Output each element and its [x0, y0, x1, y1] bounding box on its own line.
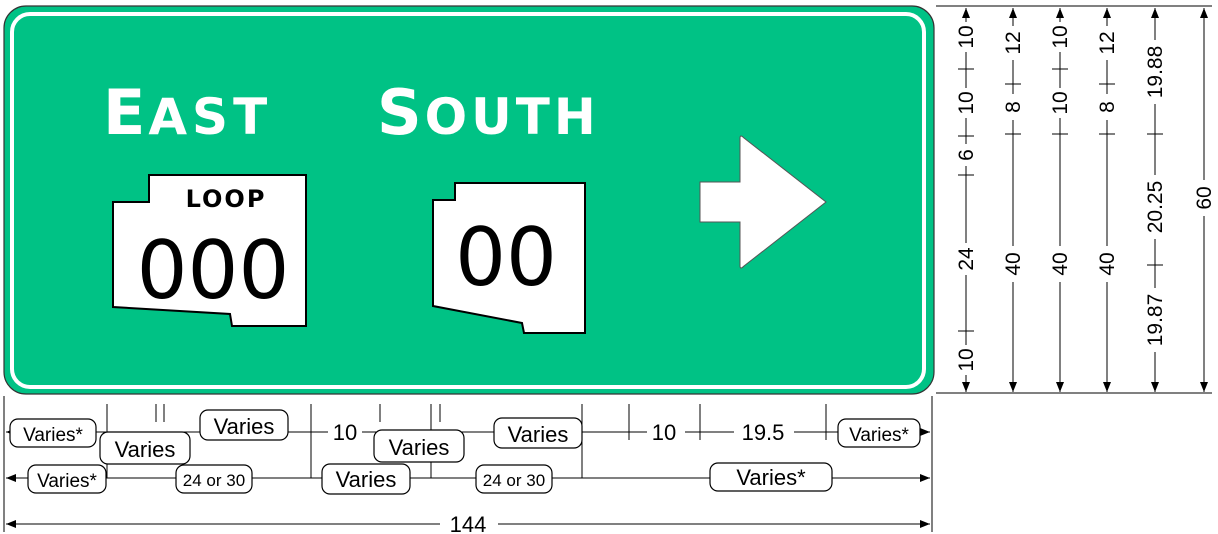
sign-diagram: EAST SOUTH LOOP 000 00 10 10 6 24 10 12 … — [0, 0, 1218, 534]
route-shield-number: 00 — [455, 211, 557, 304]
hdim-row1-7: 10 — [652, 420, 676, 445]
vdim-total: 60 — [1193, 186, 1216, 209]
route-shield: 00 — [432, 182, 586, 334]
vdim-col1-1: 10 — [955, 25, 978, 48]
vdim-col4-3: 40 — [1096, 252, 1119, 275]
hdim-row1-2: Varies — [115, 437, 176, 462]
hdim-row2-3: Varies — [336, 467, 397, 492]
vdim-col5-1: 19.88 — [1144, 46, 1167, 99]
hdim-row2-2: 24 or 30 — [183, 471, 245, 490]
vdim-col5-3: 19.87 — [1144, 294, 1167, 347]
vdim-col2-3: 40 — [1002, 252, 1025, 275]
hdim-row2-4: 24 or 30 — [483, 471, 545, 490]
hdim-row2-1: Varies* — [37, 471, 97, 492]
vertical-dimension-lines — [936, 5, 1212, 394]
hdim-row1-1: Varies* — [23, 425, 83, 446]
vdim-col5-2: 20.25 — [1144, 181, 1167, 234]
vdim-col3-1: 10 — [1049, 25, 1072, 48]
loop-shield-label: LOOP — [186, 185, 267, 213]
vdim-col2-2: 8 — [1002, 101, 1025, 113]
vdim-col4-1: 12 — [1096, 31, 1119, 54]
hdim-row1-5: Varies — [389, 435, 450, 460]
hdim-row1-4: 10 — [333, 420, 357, 445]
vdim-col2-1: 12 — [1002, 31, 1025, 54]
hdim-row2-5: Varies* — [736, 465, 806, 490]
hdim-total: 144 — [450, 512, 487, 534]
vdim-col3-3: 40 — [1049, 252, 1072, 275]
vdim-col1-5: 10 — [955, 348, 978, 371]
loop-shield-number: 000 — [137, 224, 290, 317]
hdim-row1-8: 19.5 — [742, 420, 785, 445]
vdim-col1-2: 10 — [955, 91, 978, 114]
vdim-col3-2: 10 — [1049, 91, 1072, 114]
vertical-arrowheads — [962, 8, 1208, 392]
vertical-dimension-labels: 10 10 6 24 10 12 8 40 10 10 40 12 8 40 1… — [955, 22, 1216, 375]
vdim-col1-3: 6 — [955, 149, 978, 161]
hdim-row1-3: Varies — [214, 414, 275, 439]
hdim-row1-9: Varies* — [849, 425, 909, 446]
diagram-canvas: EAST SOUTH LOOP 000 00 10 10 6 24 10 12 … — [3, 5, 1216, 534]
vdim-col4-2: 8 — [1096, 101, 1119, 113]
horizontal-dimension-row1: Varies* Varies Varies 10 Varies Varies 1… — [9, 409, 921, 465]
vdim-col1-4: 24 — [955, 247, 978, 271]
hdim-row1-6: Varies — [508, 422, 569, 447]
